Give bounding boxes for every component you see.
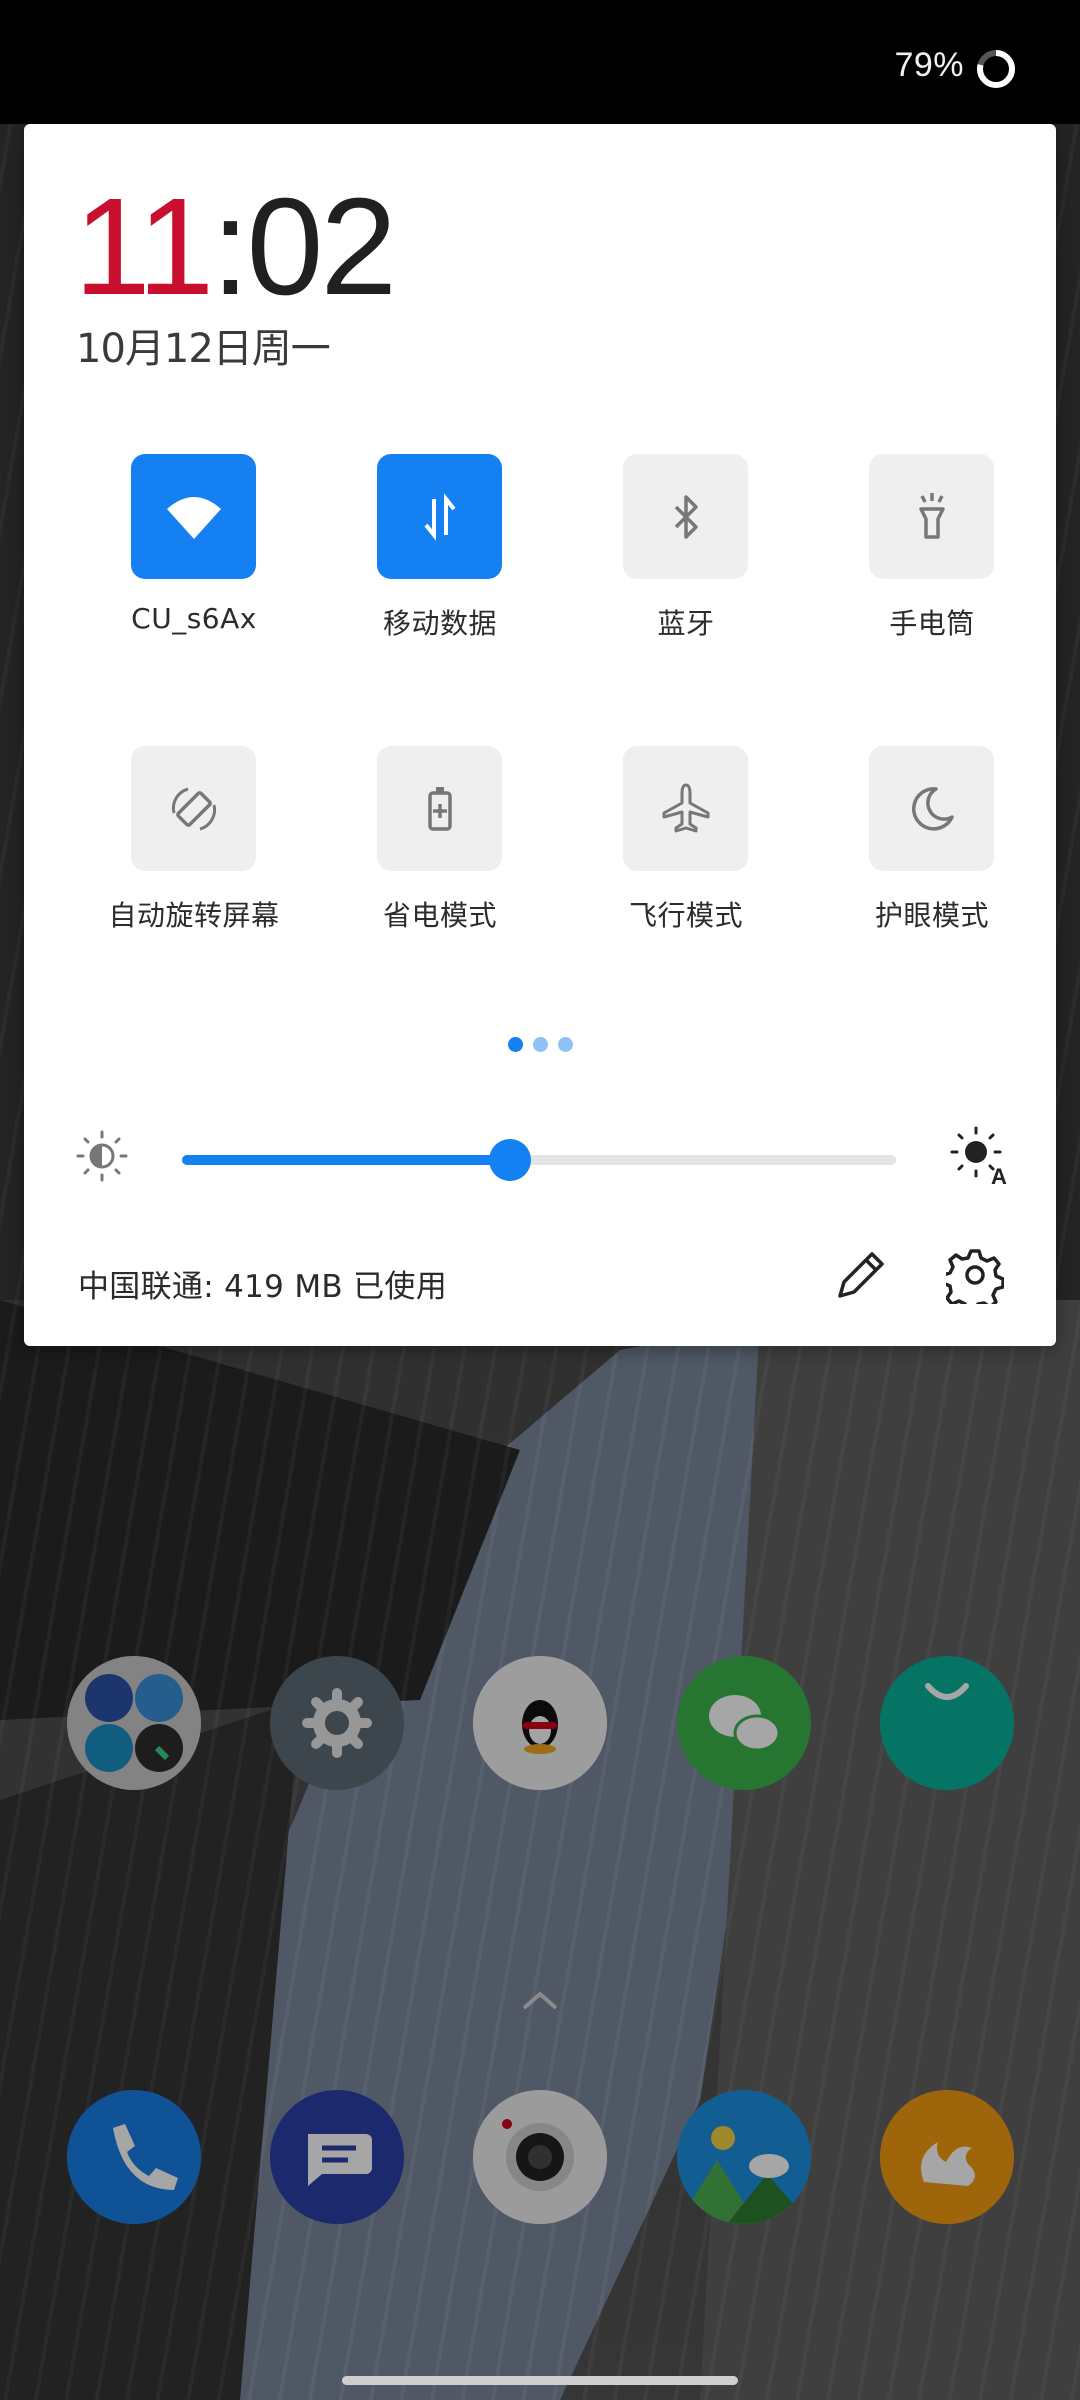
app-drawer-arrow-icon[interactable] — [520, 1988, 560, 2012]
tile-label-bluetooth: 蓝牙 — [657, 607, 715, 640]
tile-label-flashlight: 手电筒 — [889, 607, 975, 640]
page-dot-3 — [558, 1037, 573, 1052]
clock[interactable]: 11:02 — [74, 178, 397, 316]
moon-icon — [911, 786, 954, 831]
auto-brightness-icon[interactable]: A — [948, 1124, 1010, 1186]
phone-app-icon[interactable] — [67, 2090, 201, 2224]
mobile-data-icon — [423, 492, 456, 541]
brightness-slider-fill — [182, 1155, 511, 1165]
tile-label-wifi: CU_s6Ax — [131, 602, 257, 635]
tile-label-mobile-data: 移动数据 — [382, 607, 497, 640]
status-bar: 79% — [0, 0, 1080, 124]
tile-label-battery-saver: 省电模式 — [382, 899, 497, 932]
tile-label-eye-comfort: 护眼模式 — [874, 899, 989, 932]
data-usage-text[interactable]: 中国联通: 419 MB 已使用 — [78, 1261, 447, 1306]
store-app-icon[interactable] — [880, 1656, 1014, 1790]
brightness-slider[interactable] — [182, 1139, 896, 1181]
messages-app-icon[interactable] — [270, 2090, 404, 2224]
qq-app-icon[interactable] — [473, 1656, 607, 1790]
eye-comfort-toggle[interactable] — [869, 746, 994, 871]
settings-app-icon[interactable] — [270, 1656, 404, 1790]
page-dot-2 — [533, 1037, 548, 1052]
battery-saver-icon — [427, 786, 452, 831]
auto-rotate-toggle[interactable] — [131, 746, 256, 871]
airplane-mode-toggle[interactable] — [623, 746, 748, 871]
quick-settings-panel: 11:02 10月12日周一 CU_s6Ax 移动数据 蓝牙 手电筒 自动旋转屏… — [24, 124, 1056, 1346]
page-dot-1 — [508, 1037, 523, 1052]
clock-minute: 02 — [246, 170, 397, 324]
tile-flashlight[interactable]: 手电筒 — [807, 454, 1057, 644]
gallery-app-icon[interactable] — [677, 2090, 811, 2224]
settings-gear-icon[interactable] — [946, 1246, 1004, 1304]
brightness-slider-thumb[interactable] — [489, 1139, 532, 1181]
battery-ring-icon — [977, 50, 1015, 88]
battery-percentage: 79% — [894, 46, 964, 84]
svg-text:A: A — [991, 1164, 1007, 1186]
tile-bluetooth[interactable]: 蓝牙 — [561, 454, 811, 644]
home-gesture-bar[interactable] — [342, 2376, 738, 2385]
wifi-toggle[interactable] — [131, 454, 256, 579]
wifi-icon — [166, 496, 221, 539]
airplane-icon — [662, 783, 709, 832]
tile-wifi[interactable]: CU_s6Ax — [69, 454, 319, 644]
wechat-app-icon[interactable] — [677, 1656, 811, 1790]
camera-app-icon[interactable] — [473, 2090, 607, 2224]
app-folder-icon[interactable] — [67, 1656, 201, 1790]
tile-battery-saver[interactable]: 省电模式 — [315, 746, 565, 936]
bluetooth-icon — [674, 494, 698, 539]
page-indicator[interactable] — [508, 1035, 588, 1055]
auto-rotate-icon — [171, 787, 216, 830]
tile-eye-comfort[interactable]: 护眼模式 — [807, 746, 1057, 936]
flashlight-toggle[interactable] — [869, 454, 994, 579]
brightness-low-icon — [76, 1130, 128, 1182]
tile-label-auto-rotate: 自动旋转屏幕 — [108, 899, 280, 932]
uc-browser-app-icon[interactable] — [880, 2090, 1014, 2224]
clock-hour: 11 — [74, 170, 214, 324]
edit-pencil-icon[interactable] — [832, 1248, 888, 1304]
tile-auto-rotate[interactable]: 自动旋转屏幕 — [69, 746, 319, 936]
battery-saver-toggle[interactable] — [377, 746, 502, 871]
mobile-data-toggle[interactable] — [377, 454, 502, 579]
flashlight-icon — [918, 492, 945, 539]
bluetooth-toggle[interactable] — [623, 454, 748, 579]
date[interactable]: 10月12日周一 — [76, 316, 331, 374]
tile-airplane-mode[interactable]: 飞行模式 — [561, 746, 811, 936]
tile-label-airplane-mode: 飞行模式 — [628, 899, 743, 932]
tile-mobile-data[interactable]: 移动数据 — [315, 454, 565, 644]
